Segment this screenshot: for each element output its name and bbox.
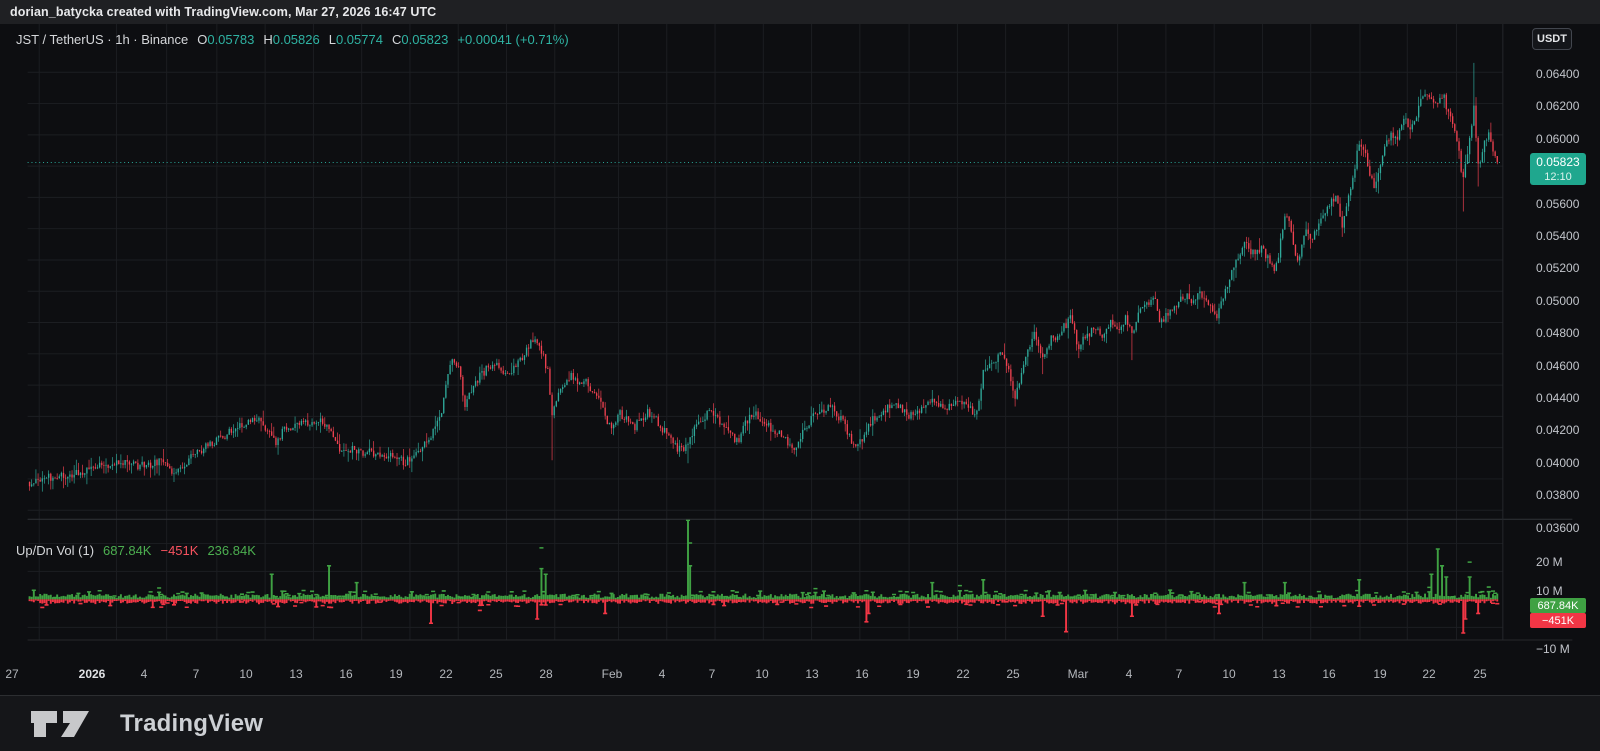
time-axis-label: Feb (602, 667, 623, 681)
time-axis-label: 4 (1126, 667, 1133, 681)
ohlc-l: L0.05774 (329, 32, 383, 47)
time-axis-label: 22 (956, 667, 969, 681)
ohlc-o: O0.05783 (197, 32, 254, 47)
price-axis-label: 0.05600 (1536, 197, 1579, 211)
price-axis-label: 0.05000 (1536, 294, 1579, 308)
volume-axis-label: 10 M (1536, 584, 1563, 598)
footer-bar: TradingView (0, 695, 1600, 751)
price-axis-label: 0.04000 (1536, 456, 1579, 470)
time-axis-label: 19 (906, 667, 919, 681)
up-candle-bodies (31, 94, 1489, 486)
time-axis-label: 13 (289, 667, 302, 681)
time-axis-label: 25 (1006, 667, 1019, 681)
indicator-name: Up/Dn Vol (1) (16, 543, 94, 558)
price-axis-label: 0.04400 (1536, 391, 1579, 405)
time-axis-label: 7 (709, 667, 716, 681)
indicator-value: −451K (160, 543, 198, 558)
volume-axis-label: 20 M (1536, 555, 1563, 569)
price-axis-label: 0.06200 (1536, 99, 1579, 113)
tradingview-logo[interactable]: TradingView (30, 710, 263, 738)
time-axis-label: 13 (805, 667, 818, 681)
up-candle-wicks (32, 63, 1489, 492)
attribution-bar: dorian_batycka created with TradingView.… (0, 0, 1600, 24)
tradingview-snapshot: dorian_batycka created with TradingView.… (0, 0, 1600, 751)
symbol-legend[interactable]: JST / TetherUS · 1h · Binance O0.05783 H0… (16, 32, 569, 47)
time-axis-label: 22 (439, 667, 452, 681)
price-axis-label: 0.03600 (1536, 521, 1579, 535)
time-axis-label: 13 (1272, 667, 1285, 681)
time-axis-label: 25 (489, 667, 502, 681)
indicator-value: 236.84K (207, 543, 255, 558)
time-axis-label: Mar (1068, 667, 1089, 681)
time-axis-label: 4 (659, 667, 666, 681)
time-axis-label: 16 (855, 667, 868, 681)
time-axis-label: 4 (141, 667, 148, 681)
down-volume-dashes (40, 601, 1499, 634)
up-volume-dashes (32, 519, 1497, 598)
down-volume-badge: −451K (1530, 613, 1586, 628)
time-axis-label: 10 (239, 667, 252, 681)
time-axis-label: 16 (339, 667, 352, 681)
price-axis-label: 0.03800 (1536, 488, 1579, 502)
time-axis-label: 28 (539, 667, 552, 681)
ohlc-h: H0.05826 (263, 32, 319, 47)
price-axis-label: 0.04200 (1536, 423, 1579, 437)
price-axis-label: 0.05200 (1536, 261, 1579, 275)
time-axis-label: 10 (755, 667, 768, 681)
time-axis-label: 7 (193, 667, 200, 681)
volume-axis-label: −10 M (1536, 642, 1570, 656)
bar-countdown: 12:10 (1530, 170, 1586, 185)
current-price-value: 0.05823 (1530, 155, 1586, 170)
time-axis-label: 22 (1422, 667, 1435, 681)
time-axis-label: 25 (1473, 667, 1486, 681)
indicator-value: 687.84K (103, 543, 151, 558)
currency-toggle-button[interactable]: USDT (1532, 28, 1572, 50)
time-axis-label: 16 (1322, 667, 1335, 681)
chart-region: JST / TetherUS · 1h · Binance O0.05783 H0… (0, 24, 1600, 695)
ohlc-values: O0.05783 H0.05826 L0.05774 C0.05823 (197, 32, 448, 47)
attribution-text: dorian_batycka created with TradingView.… (10, 5, 436, 19)
price-axis-label: 0.04800 (1536, 326, 1579, 340)
volume-indicator-legend[interactable]: Up/Dn Vol (1) 687.84K −451K 236.84K (16, 543, 256, 558)
candlestick-chart[interactable] (0, 24, 1600, 695)
price-axis-label: 0.06400 (1536, 67, 1579, 81)
current-price-badge: 0.05823 12:10 (1530, 153, 1586, 185)
tradingview-logo-icon (30, 710, 108, 738)
price-axis-label: 0.06000 (1536, 132, 1579, 146)
tradingview-logo-text: TradingView (120, 710, 263, 738)
up-volume-badge: 687.84K (1530, 598, 1586, 613)
change-value: +0.00041 (+0.71%) (457, 32, 568, 47)
time-axis-label: 27 (5, 667, 18, 681)
time-axis-label: 2026 (79, 667, 106, 681)
time-axis-label: 10 (1222, 667, 1235, 681)
time-axis-label: 7 (1176, 667, 1183, 681)
symbol-title: JST / TetherUS · 1h · Binance (16, 32, 188, 47)
time-axis-label: 19 (389, 667, 402, 681)
time-axis-label: 19 (1373, 667, 1386, 681)
price-axis-label: 0.04600 (1536, 359, 1579, 373)
indicator-values: 687.84K −451K 236.84K (103, 543, 256, 558)
ohlc-c: C0.05823 (392, 32, 448, 47)
price-axis-label: 0.05400 (1536, 229, 1579, 243)
